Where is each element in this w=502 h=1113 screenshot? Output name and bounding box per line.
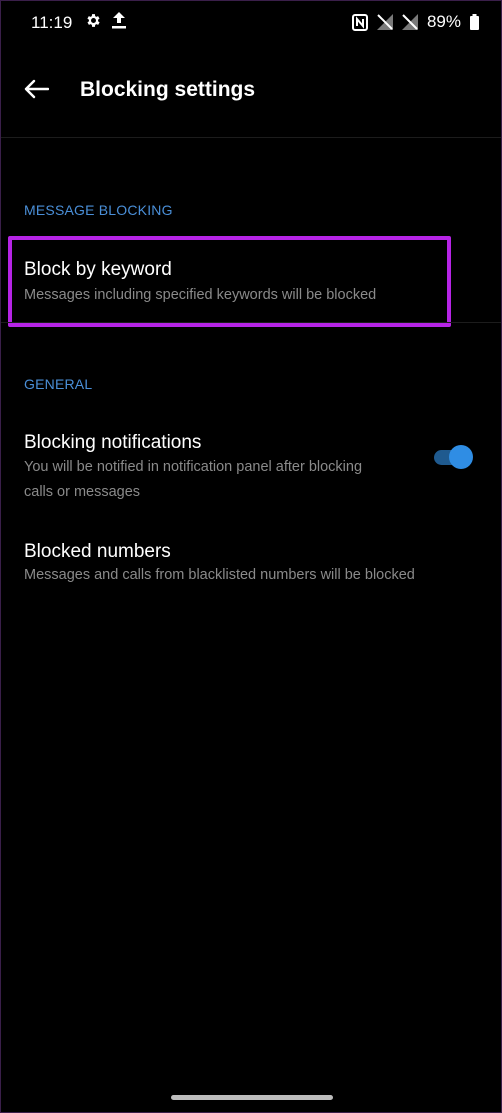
- blocked-numbers-item[interactable]: Blocked numbers Messages and calls from …: [1, 529, 501, 595]
- blocked-numbers-title: Blocked numbers: [24, 541, 171, 562]
- blocking-notifications-item[interactable]: Blocking notifications You will be notif…: [1, 419, 501, 511]
- toggle-thumb: [449, 445, 473, 469]
- no-signal-icon: [376, 14, 393, 30]
- app-bar: Blocking settings: [1, 51, 501, 127]
- arrow-left-icon: [23, 79, 49, 99]
- status-time: 11:19: [31, 13, 73, 32]
- blocking-notifications-summary-line1: You will be notified in notification pan…: [24, 459, 363, 475]
- app-bar-divider: [1, 137, 501, 138]
- block-by-keyword-summary: Messages including specified keywords wi…: [24, 287, 377, 303]
- upload-icon: [112, 12, 126, 29]
- status-left-icons: [85, 12, 126, 29]
- status-right-icons: 89%: [351, 12, 479, 32]
- back-button[interactable]: [21, 75, 51, 103]
- page-title: Blocking settings: [80, 78, 256, 101]
- gesture-nav-handle[interactable]: [171, 1095, 333, 1100]
- block-by-keyword-item[interactable]: Block by keyword Messages including spec…: [1, 241, 501, 323]
- screen: 11:19 89% Blocking settings MESSAGE BLOC…: [0, 0, 502, 1113]
- battery-percentage: 89%: [426, 12, 461, 31]
- section-header-general: GENERAL: [24, 376, 93, 392]
- battery-icon: [470, 14, 479, 30]
- status-bar: 11:19 89%: [1, 1, 501, 45]
- blocking-notifications-title: Blocking notifications: [24, 432, 202, 453]
- blocked-numbers-summary: Messages and calls from blacklisted numb…: [24, 567, 415, 583]
- block-by-keyword-title: Block by keyword: [24, 259, 172, 280]
- section-divider: [1, 322, 501, 323]
- nfc-icon: [351, 13, 368, 31]
- blocking-notifications-toggle[interactable]: [433, 445, 473, 469]
- blocking-notifications-summary-line2: calls or messages: [24, 484, 141, 500]
- section-header-message-blocking: MESSAGE BLOCKING: [24, 202, 173, 218]
- settings-gear-icon: [85, 12, 102, 29]
- no-signal-icon: [401, 14, 418, 30]
